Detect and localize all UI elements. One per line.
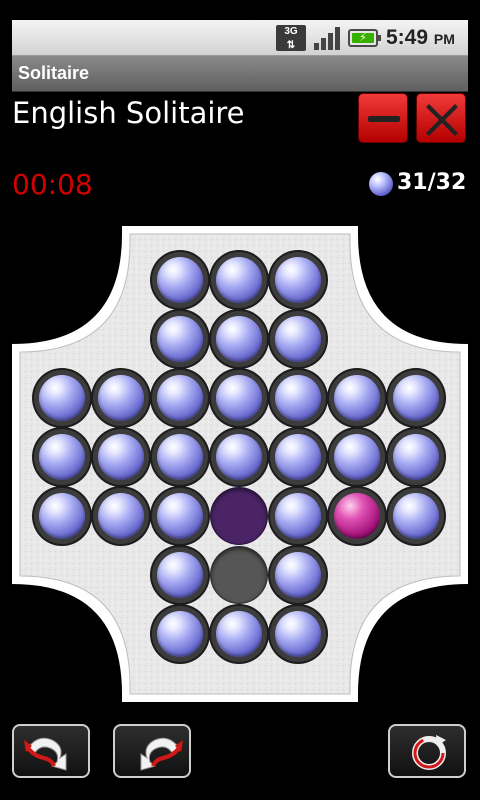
peg[interactable] bbox=[98, 434, 144, 480]
peg[interactable] bbox=[216, 611, 262, 657]
app-title: Solitaire bbox=[18, 63, 90, 83]
restart-button[interactable] bbox=[388, 724, 466, 778]
peg[interactable] bbox=[157, 316, 203, 362]
network-type-label: 3G bbox=[284, 26, 298, 37]
undo-button[interactable] bbox=[12, 724, 90, 778]
peg[interactable] bbox=[216, 316, 262, 362]
peg[interactable] bbox=[157, 434, 203, 480]
peg[interactable] bbox=[157, 611, 203, 657]
peg[interactable] bbox=[393, 493, 439, 539]
app-window: 3G ⇅ ⚡ 5:49 PM Solitaire English Solitai… bbox=[12, 20, 468, 780]
peg[interactable] bbox=[275, 316, 321, 362]
peg[interactable] bbox=[98, 375, 144, 421]
pegs-remaining: 31/32 bbox=[397, 170, 467, 195]
battery-charging-icon: ⚡ bbox=[348, 29, 381, 47]
redo-button[interactable] bbox=[113, 724, 191, 778]
status-bar-background bbox=[0, 0, 480, 20]
minimize-button[interactable] bbox=[358, 93, 408, 143]
pegs-counter: 31/32 bbox=[369, 168, 467, 198]
undo-icon bbox=[24, 737, 67, 771]
restart-icon bbox=[412, 735, 446, 770]
peg-icon bbox=[369, 172, 393, 196]
minus-icon bbox=[368, 116, 400, 122]
peg[interactable] bbox=[157, 257, 203, 303]
game-timer: 00:08 bbox=[12, 168, 93, 201]
peg[interactable] bbox=[216, 375, 262, 421]
signal-strength-icon bbox=[314, 27, 340, 50]
peg[interactable] bbox=[275, 611, 321, 657]
empty-hole[interactable] bbox=[211, 547, 267, 603]
peg[interactable] bbox=[275, 434, 321, 480]
peg[interactable] bbox=[157, 552, 203, 598]
peg[interactable] bbox=[393, 375, 439, 421]
peg[interactable] bbox=[275, 552, 321, 598]
peg[interactable] bbox=[275, 375, 321, 421]
peg[interactable] bbox=[216, 434, 262, 480]
status-clock: 5:49 PM bbox=[386, 26, 455, 49]
peg[interactable] bbox=[216, 257, 262, 303]
peg[interactable] bbox=[39, 493, 85, 539]
peg[interactable] bbox=[334, 434, 380, 480]
app-title-bar: Solitaire bbox=[12, 56, 468, 92]
peg[interactable] bbox=[393, 434, 439, 480]
game-board bbox=[12, 226, 468, 702]
peg[interactable] bbox=[275, 257, 321, 303]
close-icon bbox=[426, 104, 458, 136]
peg[interactable] bbox=[39, 434, 85, 480]
3g-data-icon: 3G ⇅ bbox=[276, 25, 306, 51]
peg[interactable] bbox=[275, 493, 321, 539]
peg[interactable] bbox=[157, 493, 203, 539]
redo-icon bbox=[140, 737, 183, 771]
close-button[interactable] bbox=[416, 93, 466, 143]
peg[interactable] bbox=[98, 493, 144, 539]
peg[interactable] bbox=[39, 375, 85, 421]
peg[interactable] bbox=[334, 375, 380, 421]
selected-peg[interactable] bbox=[334, 493, 380, 539]
peg[interactable] bbox=[157, 375, 203, 421]
notification-bar: 3G ⇅ ⚡ 5:49 PM bbox=[12, 20, 468, 56]
game-title: English Solitaire bbox=[12, 96, 245, 130]
target-hole[interactable] bbox=[211, 488, 267, 544]
